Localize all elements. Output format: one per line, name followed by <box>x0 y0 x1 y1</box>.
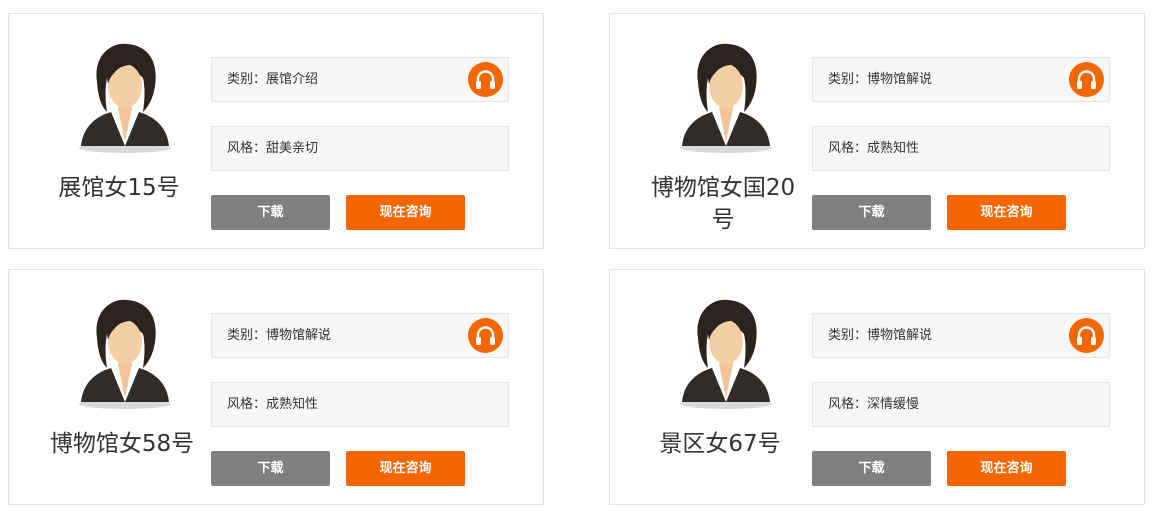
style-field: 风格：成熟知性 <box>812 126 1110 171</box>
style-field: 风格：深情缓慢 <box>812 382 1110 427</box>
consult-now-button[interactable]: 现在咨询 <box>346 195 465 230</box>
consult-now-button[interactable]: 现在咨询 <box>947 451 1066 486</box>
style-label: 风格： <box>828 141 868 156</box>
type-field: 类别：展馆介绍 <box>211 57 509 102</box>
style-label: 风格： <box>227 397 267 412</box>
type-label: 类别： <box>227 328 267 343</box>
voice-name: 景区女67号 <box>659 431 781 457</box>
female-avatar-icon <box>79 43 171 153</box>
type-label: 类别： <box>828 72 868 87</box>
type-value: 博物馆解说 <box>867 328 933 343</box>
voice-name: 博物馆女国20号 <box>650 175 796 233</box>
consult-now-button[interactable]: 现在咨询 <box>346 451 465 486</box>
type-label: 类别： <box>828 328 868 343</box>
download-button[interactable]: 下载 <box>812 451 931 486</box>
voice-card: 博物馆女58号 类别：博物馆解说 风格：成熟知性 下载 现在咨询 <box>8 269 544 505</box>
style-value: 成熟知性 <box>867 141 920 156</box>
style-value: 成熟知性 <box>266 397 319 412</box>
headphones-icon <box>476 70 495 89</box>
voice-name: 博物馆女58号 <box>49 431 195 457</box>
style-value: 甜美亲切 <box>266 141 319 156</box>
listen-button[interactable] <box>468 62 503 97</box>
style-value: 深情缓慢 <box>867 397 920 412</box>
listen-button[interactable] <box>1069 62 1104 97</box>
listen-button[interactable] <box>1069 318 1104 353</box>
style-label: 风格： <box>227 141 267 156</box>
style-label: 风格： <box>828 397 868 412</box>
listen-button[interactable] <box>468 318 503 353</box>
style-field: 风格：成熟知性 <box>211 382 509 427</box>
female-avatar-icon <box>79 299 171 409</box>
consult-now-button[interactable]: 现在咨询 <box>947 195 1066 230</box>
style-field: 风格：甜美亲切 <box>211 126 509 171</box>
download-button[interactable]: 下载 <box>211 451 330 486</box>
download-button[interactable]: 下载 <box>812 195 931 230</box>
voice-name: 展馆女15号 <box>58 175 180 201</box>
type-label: 类别： <box>227 72 267 87</box>
voice-card: 景区女67号 类别：博物馆解说 风格：深情缓慢 下载 现在咨询 <box>609 269 1145 505</box>
type-value: 博物馆解说 <box>867 72 933 87</box>
type-field: 类别：博物馆解说 <box>812 313 1110 358</box>
type-field: 类别：博物馆解说 <box>211 313 509 358</box>
voice-card: 展馆女15号 类别：展馆介绍 风格：甜美亲切 下载 现在咨询 <box>8 13 544 249</box>
download-button[interactable]: 下载 <box>211 195 330 230</box>
headphones-icon <box>1077 326 1096 345</box>
type-field: 类别：博物馆解说 <box>812 57 1110 102</box>
female-avatar-icon <box>680 299 772 409</box>
voice-card: 博物馆女国20号 类别：博物馆解说 风格：成熟知性 下载 现在咨询 <box>609 13 1145 249</box>
female-avatar-icon <box>680 43 772 153</box>
voice-card-grid: 展馆女15号 类别：展馆介绍 风格：甜美亲切 下载 现在咨询 博物馆女国20号 … <box>0 0 1158 521</box>
type-value: 博物馆解说 <box>266 328 332 343</box>
headphones-icon <box>1077 70 1096 89</box>
headphones-icon <box>476 326 495 345</box>
type-value: 展馆介绍 <box>266 72 319 87</box>
